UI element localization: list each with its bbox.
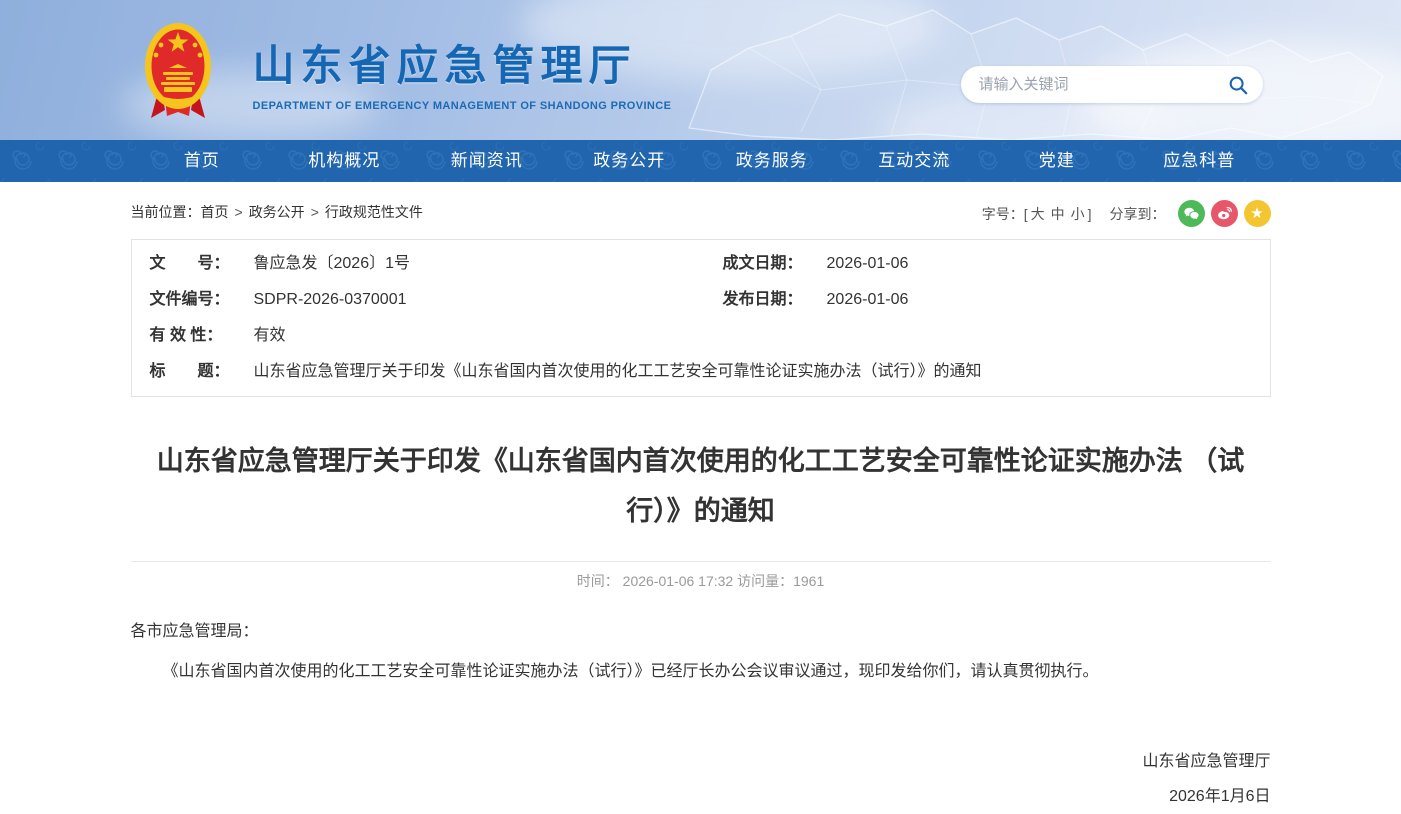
- article-title: 山东省应急管理厅关于印发《山东省国内首次使用的化工工艺安全可靠性论证实施办法 （…: [148, 437, 1253, 537]
- qzone-share-icon[interactable]: ★: [1244, 200, 1271, 227]
- nav-item-news[interactable]: 新闻资讯: [416, 140, 559, 182]
- file-code-label: 文件编号：: [150, 289, 240, 311]
- nav-item-org-overview[interactable]: 机构概况: [273, 140, 416, 182]
- main-navigation: 首页 机构概况 新闻资讯 政务公开 政务服务 互动交流 党建 应急科普: [0, 140, 1401, 182]
- breadcrumb-gov-disclosure[interactable]: 政务公开: [249, 204, 305, 220]
- search-input[interactable]: [979, 76, 1227, 93]
- article-meta: 时间： 2026-01-06 17:32 访问量：1961: [131, 562, 1271, 591]
- breadcrumb-prefix: 当前位置：: [131, 204, 201, 220]
- breadcrumb-regulatory-docs[interactable]: 行政规范性文件: [325, 204, 423, 220]
- font-size-small[interactable]: 小: [1071, 204, 1085, 224]
- wechat-share-icon[interactable]: [1178, 200, 1205, 227]
- nav-item-gov-services[interactable]: 政务服务: [701, 140, 844, 182]
- written-date-label: 成文日期：: [723, 253, 813, 275]
- breadcrumb-separator: >: [235, 204, 243, 220]
- weibo-share-icon[interactable]: [1211, 200, 1238, 227]
- font-size-label: 字号：[: [982, 204, 1028, 224]
- publish-date-label: 发布日期：: [723, 289, 813, 311]
- table-row: 文 号： 鲁应急发〔2026〕1号 成文日期： 2026-01-06: [132, 246, 1270, 282]
- article-salutation: 各市应急管理局：: [131, 617, 1271, 647]
- page-tools: 字号：[ 大 中 小 ] 分享到： ★: [982, 200, 1271, 227]
- table-row: 文件编号： SDPR-2026-0370001 发布日期： 2026-01-06: [132, 282, 1270, 318]
- nav-item-gov-disclosure[interactable]: 政务公开: [558, 140, 701, 182]
- search-icon[interactable]: [1227, 74, 1249, 96]
- doc-title-label: 标 题：: [150, 361, 240, 383]
- publish-date-value: 2026-01-06: [827, 289, 909, 311]
- share-label: 分享到：: [1110, 204, 1166, 224]
- validity-label: 有 效 性：: [150, 325, 240, 347]
- nav-item-emergency-science[interactable]: 应急科普: [1128, 140, 1271, 182]
- document-info-table: 文 号： 鲁应急发〔2026〕1号 成文日期： 2026-01-06 文件编号：…: [131, 239, 1271, 397]
- breadcrumb-separator: >: [311, 204, 319, 220]
- site-title-english: DEPARTMENT OF EMERGENCY MANAGEMENT OF SH…: [253, 100, 672, 112]
- breadcrumb: 当前位置：首页 > 政务公开 > 行政规范性文件: [131, 200, 423, 222]
- doc-number-label: 文 号：: [150, 253, 240, 275]
- doc-number-value: 鲁应急发〔2026〕1号: [254, 253, 411, 275]
- nav-item-interaction[interactable]: 互动交流: [843, 140, 986, 182]
- validity-value: 有效: [254, 325, 286, 347]
- doc-title-value: 山东省应急管理厅关于印发《山东省国内首次使用的化工工艺安全可靠性论证实施办法（试…: [254, 361, 982, 383]
- table-row: 标 题： 山东省应急管理厅关于印发《山东省国内首次使用的化工工艺安全可靠性论证实…: [132, 354, 1270, 390]
- font-size-medium[interactable]: 中: [1051, 204, 1065, 224]
- site-title: 山东省应急管理厅: [253, 32, 672, 93]
- written-date-value: 2026-01-06: [827, 253, 909, 275]
- signature-date: 2026年1月6日: [131, 779, 1271, 814]
- table-row: 有 效 性： 有效: [132, 318, 1270, 354]
- site-header: 山东省应急管理厅 DEPARTMENT OF EMERGENCY MANAGEM…: [0, 0, 1401, 140]
- font-size-label-end: ]: [1088, 206, 1092, 222]
- font-size-large[interactable]: 大: [1031, 204, 1045, 224]
- file-code-value: SDPR-2026-0370001: [254, 289, 407, 311]
- nav-item-home[interactable]: 首页: [131, 140, 274, 182]
- breadcrumb-home[interactable]: 首页: [201, 204, 229, 220]
- national-emblem-logo: [143, 22, 213, 118]
- article-body: 各市应急管理局： 《山东省国内首次使用的化工工艺安全可靠性论证实施办法（试行）》…: [131, 617, 1271, 688]
- signature-block: 山东省应急管理厅 2026年1月6日: [131, 744, 1271, 814]
- article-paragraph: 《山东省国内首次使用的化工工艺安全可靠性论证实施办法（试行）》已经厅长办公会议审…: [131, 657, 1271, 687]
- search-box: [961, 66, 1263, 103]
- nav-item-party-building[interactable]: 党建: [986, 140, 1129, 182]
